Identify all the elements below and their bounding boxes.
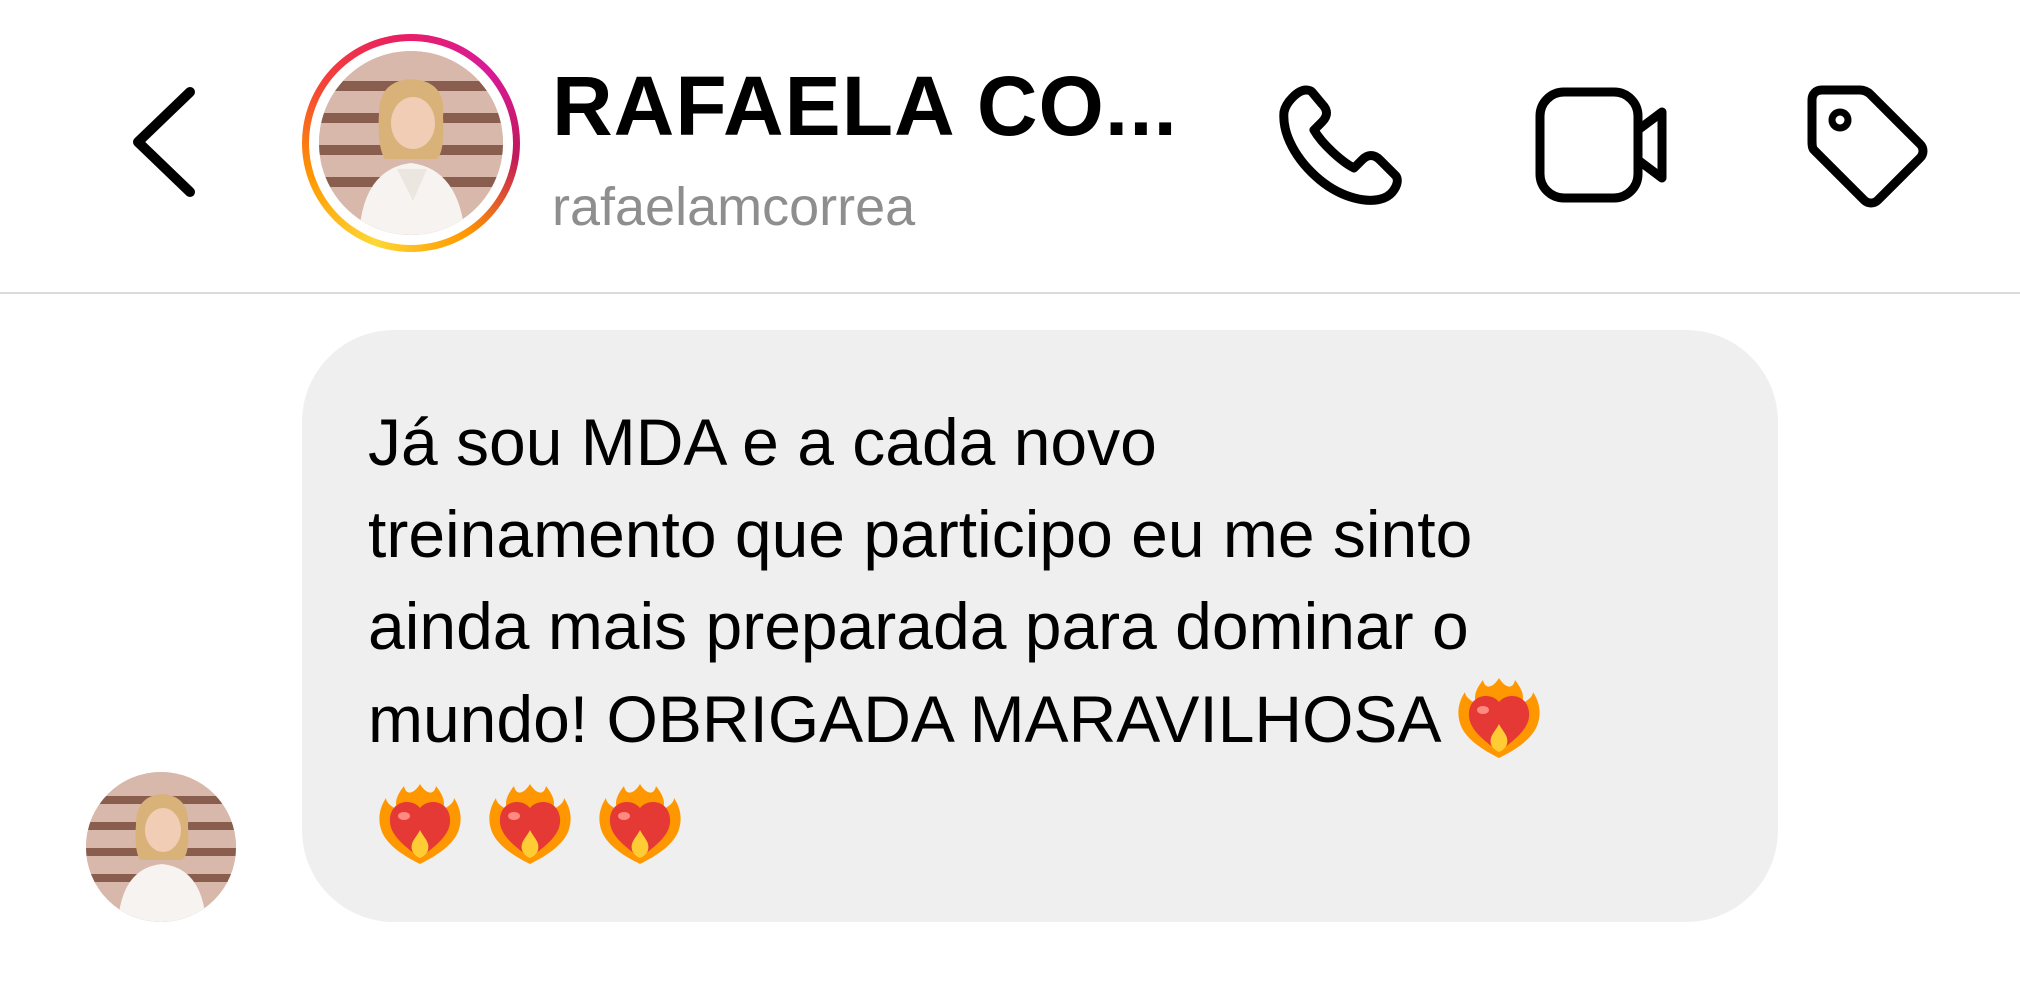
avatar	[319, 51, 503, 235]
voice-call-button[interactable]	[1276, 82, 1402, 208]
emoji-row	[376, 776, 684, 868]
video-camera-icon	[1535, 87, 1667, 203]
contact-username: rafaelamcorrea	[552, 177, 916, 237]
heart-on-fire-emoji	[596, 776, 684, 868]
chat-screen: RAFAELA CO... rafaelamcorrea Já sou MDA …	[0, 0, 2020, 1008]
heart-on-fire-emoji	[376, 776, 464, 868]
tag-button[interactable]	[1800, 80, 1930, 210]
profile-photo	[86, 772, 236, 922]
chat-header: RAFAELA CO... rafaelamcorrea	[0, 0, 2020, 292]
story-ring-avatar[interactable]	[302, 34, 520, 252]
heart-on-fire-emoji	[1455, 672, 1543, 760]
message-text: Já sou MDA e a cada novo treinamento que…	[368, 405, 1473, 756]
back-button[interactable]	[120, 82, 220, 202]
message-bubble[interactable]: Já sou MDA e a cada novo treinamento que…	[302, 330, 1778, 922]
phone-icon	[1279, 85, 1402, 205]
message-sender-avatar[interactable]	[86, 772, 236, 922]
contact-name[interactable]: RAFAELA CO...	[552, 58, 1178, 155]
tag-icon	[1807, 85, 1928, 208]
chevron-left-icon	[133, 87, 195, 197]
avatar-ring-gap	[309, 41, 513, 245]
message-text-block: Já sou MDA e a cada novo treinamento que…	[368, 396, 1748, 765]
header-divider	[0, 292, 2020, 294]
heart-on-fire-emoji	[486, 776, 574, 868]
video-call-button[interactable]	[1534, 82, 1674, 208]
profile-photo	[319, 51, 503, 235]
